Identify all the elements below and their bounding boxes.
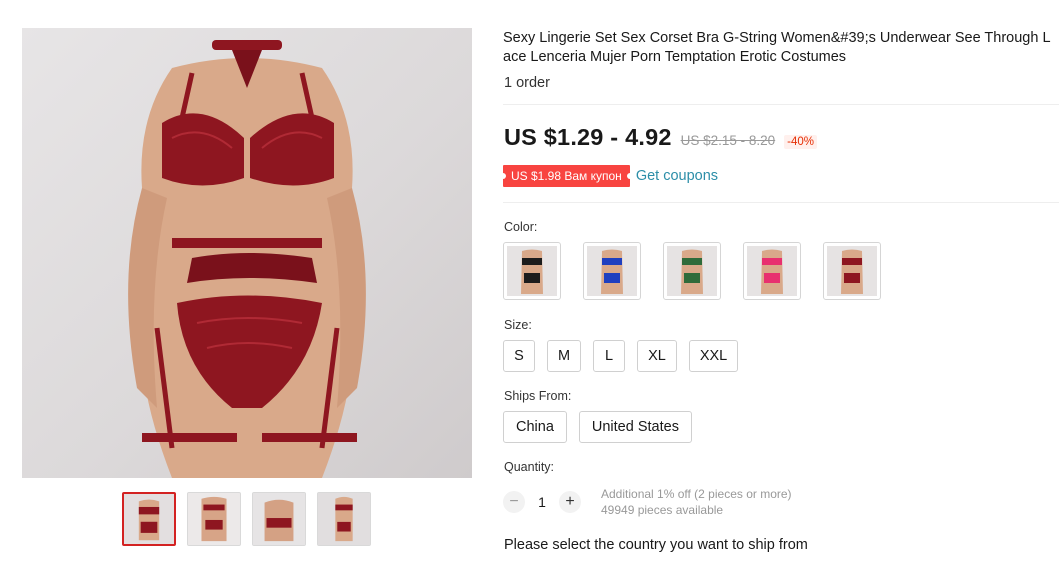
thumbnail-4[interactable]	[317, 492, 371, 546]
discount-badge: -40%	[784, 135, 818, 149]
divider	[503, 202, 1059, 203]
ships-from-china[interactable]: China	[503, 411, 567, 443]
stock-available: 49949 pieces available	[601, 503, 724, 517]
size-option-xxl[interactable]: XXL	[688, 340, 739, 372]
ships-from-options: China United States	[503, 411, 692, 443]
get-coupons-link[interactable]: Get coupons	[636, 168, 718, 184]
divider	[503, 104, 1059, 105]
original-price: US $2.15 - 8.20	[680, 133, 776, 148]
size-option-l[interactable]: L	[593, 340, 626, 372]
color-swatch-pink[interactable]	[743, 242, 801, 300]
bulk-discount-note: Additional 1% off (2 pieces or more)	[601, 487, 792, 501]
coupon-badge[interactable]: US $1.98 Вам купон	[500, 165, 633, 187]
coupon-row: US $1.98 Вам купон Get coupons	[500, 165, 718, 187]
quantity-increase-button[interactable]: +	[559, 491, 581, 513]
thumbnail-strip	[122, 492, 371, 546]
order-count: 1 order	[504, 75, 550, 91]
shipping-country-prompt: Please select the country you want to sh…	[504, 537, 808, 553]
ships-from-label: Ships From:	[504, 389, 572, 403]
size-option-m[interactable]: M	[547, 340, 582, 372]
product-title: Sexy Lingerie Set Sex Corset Bra G-Strin…	[503, 30, 1051, 65]
color-swatch-red[interactable]	[823, 242, 881, 300]
size-option-xl[interactable]: XL	[637, 340, 677, 372]
quantity-value[interactable]: 1	[525, 494, 559, 510]
color-swatch-black[interactable]	[503, 242, 561, 300]
main-product-image[interactable]	[22, 28, 472, 478]
color-label: Color:	[504, 220, 538, 234]
quantity-stepper: − 1 + Additional 1% off (2 pieces or mor…	[503, 486, 792, 518]
quantity-label: Quantity:	[504, 460, 555, 474]
thumbnail-1[interactable]	[122, 492, 176, 546]
thumbnail-2[interactable]	[187, 492, 241, 546]
ships-from-united-states[interactable]: United States	[578, 411, 692, 443]
color-swatch-blue[interactable]	[583, 242, 641, 300]
quantity-info: Additional 1% off (2 pieces or more) 499…	[601, 486, 792, 518]
size-label: Size:	[504, 318, 532, 332]
color-swatches	[503, 242, 881, 300]
current-price: US $1.29 - 4.92	[504, 124, 672, 150]
quantity-decrease-button[interactable]: −	[503, 491, 525, 513]
color-swatch-green[interactable]	[663, 242, 721, 300]
thumbnail-3[interactable]	[252, 492, 306, 546]
price-row: US $1.29 - 4.92 US $2.15 - 8.20 -40%	[504, 124, 818, 151]
size-options: S M L XL XXL	[503, 340, 739, 372]
size-option-s[interactable]: S	[503, 340, 535, 372]
product-photo-illustration	[128, 40, 366, 478]
